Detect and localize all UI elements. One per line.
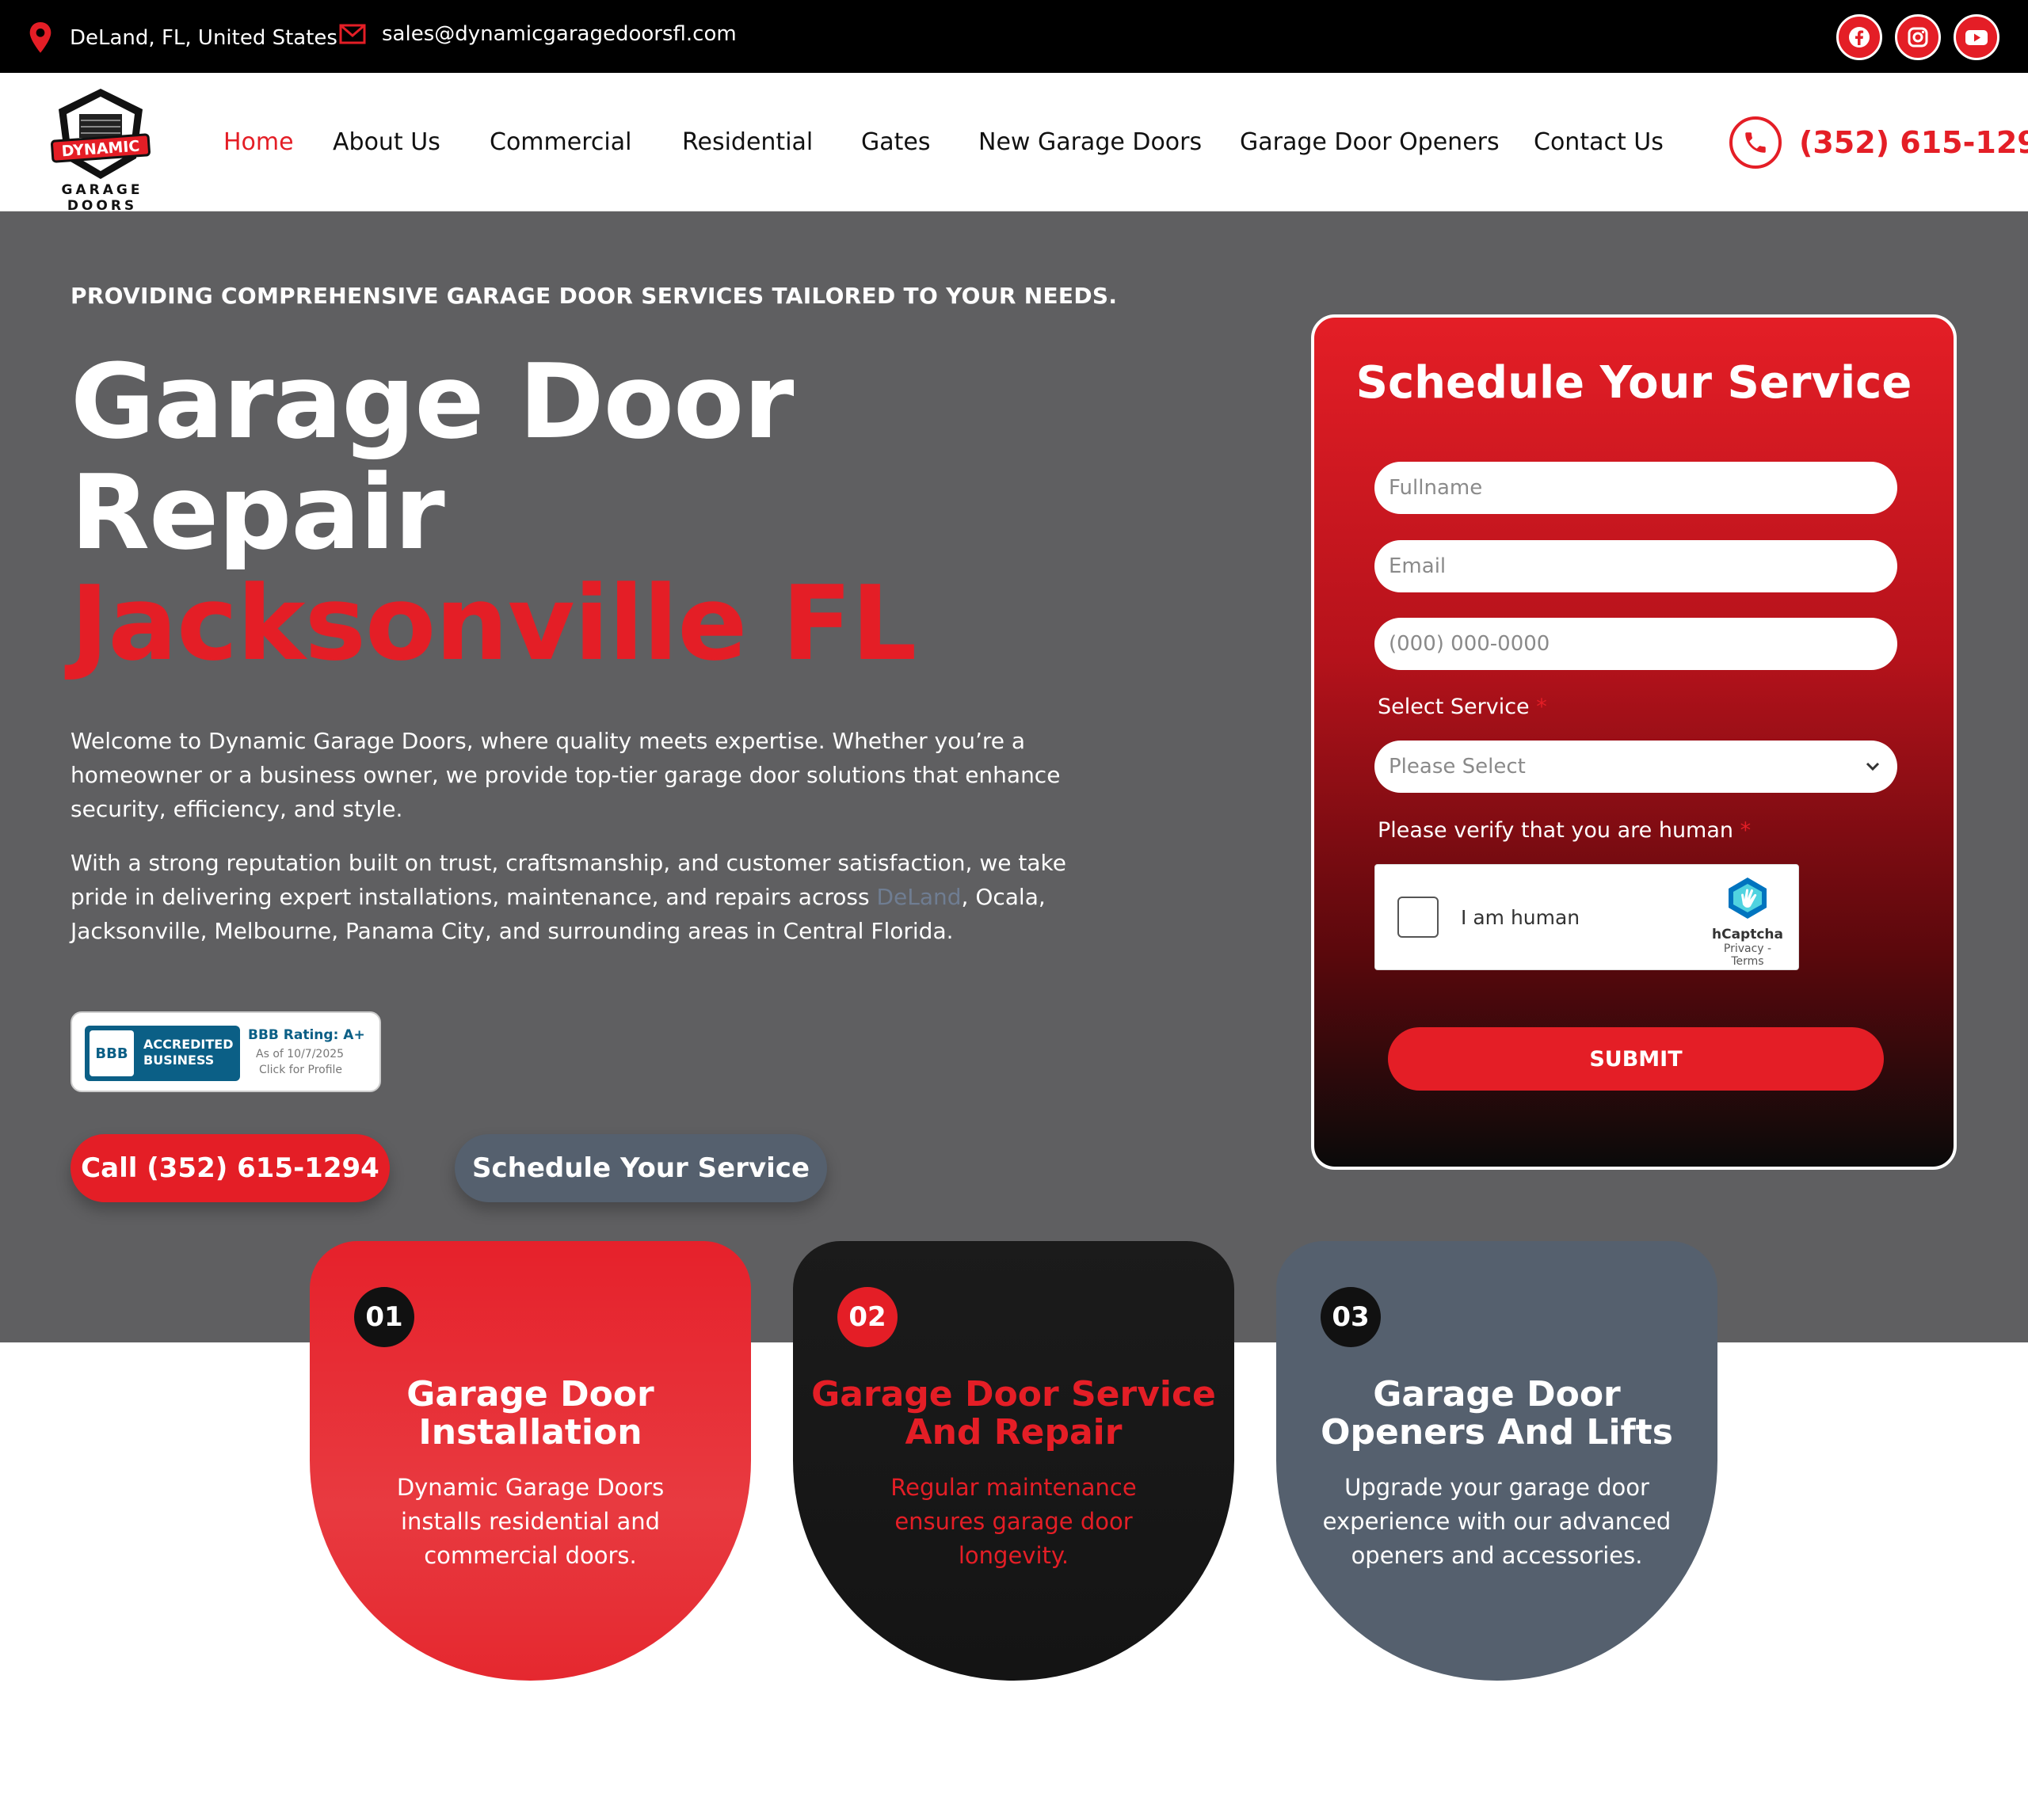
card-title: Garage Door Openers And Lifts <box>1321 1374 1673 1453</box>
phone-icon <box>1729 116 1782 169</box>
youtube-icon <box>1965 30 1988 45</box>
nav-contact-us[interactable]: Contact Us <box>1534 128 1664 156</box>
required-mark: * <box>1740 818 1752 843</box>
map-pin-icon <box>29 22 51 53</box>
email-info[interactable]: sales@dynamicgaragedoorsfl.com <box>339 22 737 46</box>
hero-title: Garage Door Repair Jacksonville FL <box>71 341 917 683</box>
service-card-openers[interactable]: 03 Garage Door Openers And Lifts Upgrade… <box>1276 1241 1717 1681</box>
facebook-button[interactable] <box>1836 14 1882 60</box>
card-number-badge: 02 <box>837 1287 898 1347</box>
hcaptcha-privacy-terms[interactable]: Privacy - Terms <box>1708 942 1787 968</box>
phone-field[interactable]: (000) 000-0000 <box>1374 618 1897 670</box>
card-number-badge: 01 <box>354 1287 414 1347</box>
email-link[interactable]: sales@dynamicgaragedoorsfl.com <box>382 22 737 46</box>
required-mark: * <box>1536 695 1547 719</box>
logo-shield-icon: DYNAMIC <box>51 89 151 179</box>
bbb-accredited-text: ACCREDITED BUSINESS <box>143 1037 234 1068</box>
instagram-button[interactable] <box>1895 14 1941 60</box>
nav-about-us[interactable]: About Us <box>333 128 440 156</box>
hero-intro-paragraph: Welcome to Dynamic Garage Doors, where q… <box>71 728 1061 822</box>
hcaptcha-brand: hCaptcha Privacy - Terms <box>1708 876 1787 968</box>
fullname-field[interactable]: Fullname <box>1374 462 1897 514</box>
facebook-icon <box>1849 27 1870 48</box>
hcaptcha-widget: I am human hCaptcha Privacy - Terms <box>1374 864 1799 970</box>
hero-title-line2: Repair <box>71 452 445 573</box>
bbb-accredited-panel: BBB ACCREDITED BUSINESS <box>85 1026 240 1081</box>
hcaptcha-logo-icon <box>1729 878 1767 919</box>
nav-gates[interactable]: Gates <box>861 128 930 156</box>
service-card-installation[interactable]: 01 Garage Door Installation Dynamic Gara… <box>310 1241 751 1681</box>
site-logo[interactable]: DYNAMIC GARAGE DOORS <box>27 86 177 214</box>
submit-button[interactable]: SUBMIT <box>1388 1027 1884 1091</box>
service-card-repair[interactable]: 02 Garage Door Service And Repair Regula… <box>793 1241 1234 1681</box>
card-title: Garage Door Installation <box>406 1374 654 1453</box>
bbb-seal-icon: BBB <box>90 1030 134 1076</box>
header-phone[interactable]: (352) 615-1294 <box>1729 116 2028 169</box>
verify-label-text: Please verify that you are human <box>1378 818 1734 843</box>
chevron-down-icon <box>1866 762 1880 771</box>
captcha-checkbox[interactable] <box>1397 897 1439 938</box>
schedule-service-button[interactable]: Schedule Your Service <box>455 1134 827 1202</box>
nav-home[interactable]: Home <box>223 128 294 156</box>
hero-title-line3: Jacksonville FL <box>71 563 917 683</box>
site-header: DYNAMIC GARAGE DOORS Home About Us Comme… <box>0 73 2028 214</box>
logo-subtext: GARAGE DOORS <box>61 182 143 214</box>
service-select-value: Please Select <box>1389 755 1526 779</box>
deland-link[interactable]: DeLand <box>876 884 961 910</box>
nav-commercial[interactable]: Commercial <box>490 128 631 156</box>
captcha-text: I am human <box>1461 906 1580 929</box>
service-label-text: Select Service <box>1378 695 1530 719</box>
hero-second-paragraph: With a strong reputation built on trust,… <box>71 846 1116 948</box>
mail-icon <box>339 24 366 44</box>
bbb-as-of: As of 10/7/2025 <box>256 1048 345 1060</box>
service-label: Select Service * <box>1378 695 1547 719</box>
form-title: Schedule Your Service <box>1355 357 1912 409</box>
location-info: DeLand, FL, United States <box>27 22 337 54</box>
instagram-icon <box>1908 27 1928 48</box>
schedule-form: Schedule Your Service Fullname Email (00… <box>1311 314 1957 1170</box>
nav-residential[interactable]: Residential <box>682 128 813 156</box>
verify-label: Please verify that you are human * <box>1378 818 1751 843</box>
call-button[interactable]: Call (352) 615-1294 <box>71 1134 390 1202</box>
bbb-rating: BBB Rating: A+ <box>248 1027 365 1043</box>
bbb-badge[interactable]: BBB ACCREDITED BUSINESS BBB Rating: A+ A… <box>71 1011 381 1092</box>
hcaptcha-name: hCaptcha <box>1712 927 1783 942</box>
card-title: Garage Door Service And Repair <box>811 1374 1216 1453</box>
bbb-click-profile: Click for Profile <box>259 1064 343 1076</box>
card-description: Dynamic Garage Doors installs residentia… <box>396 1474 665 1569</box>
card-description: Upgrade your garage door experience with… <box>1322 1474 1672 1569</box>
location-text: DeLand, FL, United States <box>70 26 337 50</box>
card-description: Regular maintenance ensures garage door … <box>890 1474 1137 1569</box>
hero-title-line1: Garage Door <box>71 341 794 462</box>
nav-new-garage-doors[interactable]: New Garage Doors <box>978 128 1202 156</box>
hero-eyebrow: PROVIDING COMPREHENSIVE GARAGE DOOR SERV… <box>71 283 1118 309</box>
nav-garage-door-openers[interactable]: Garage Door Openers <box>1240 128 1500 156</box>
service-select[interactable]: Please Select <box>1374 741 1897 793</box>
header-phone-number[interactable]: (352) 615-1294 <box>1799 125 2028 160</box>
email-field[interactable]: Email <box>1374 540 1897 592</box>
card-number-badge: 03 <box>1321 1287 1381 1347</box>
top-bar: DeLand, FL, United States sales@dynamicg… <box>0 0 2028 73</box>
youtube-button[interactable] <box>1954 14 1999 60</box>
